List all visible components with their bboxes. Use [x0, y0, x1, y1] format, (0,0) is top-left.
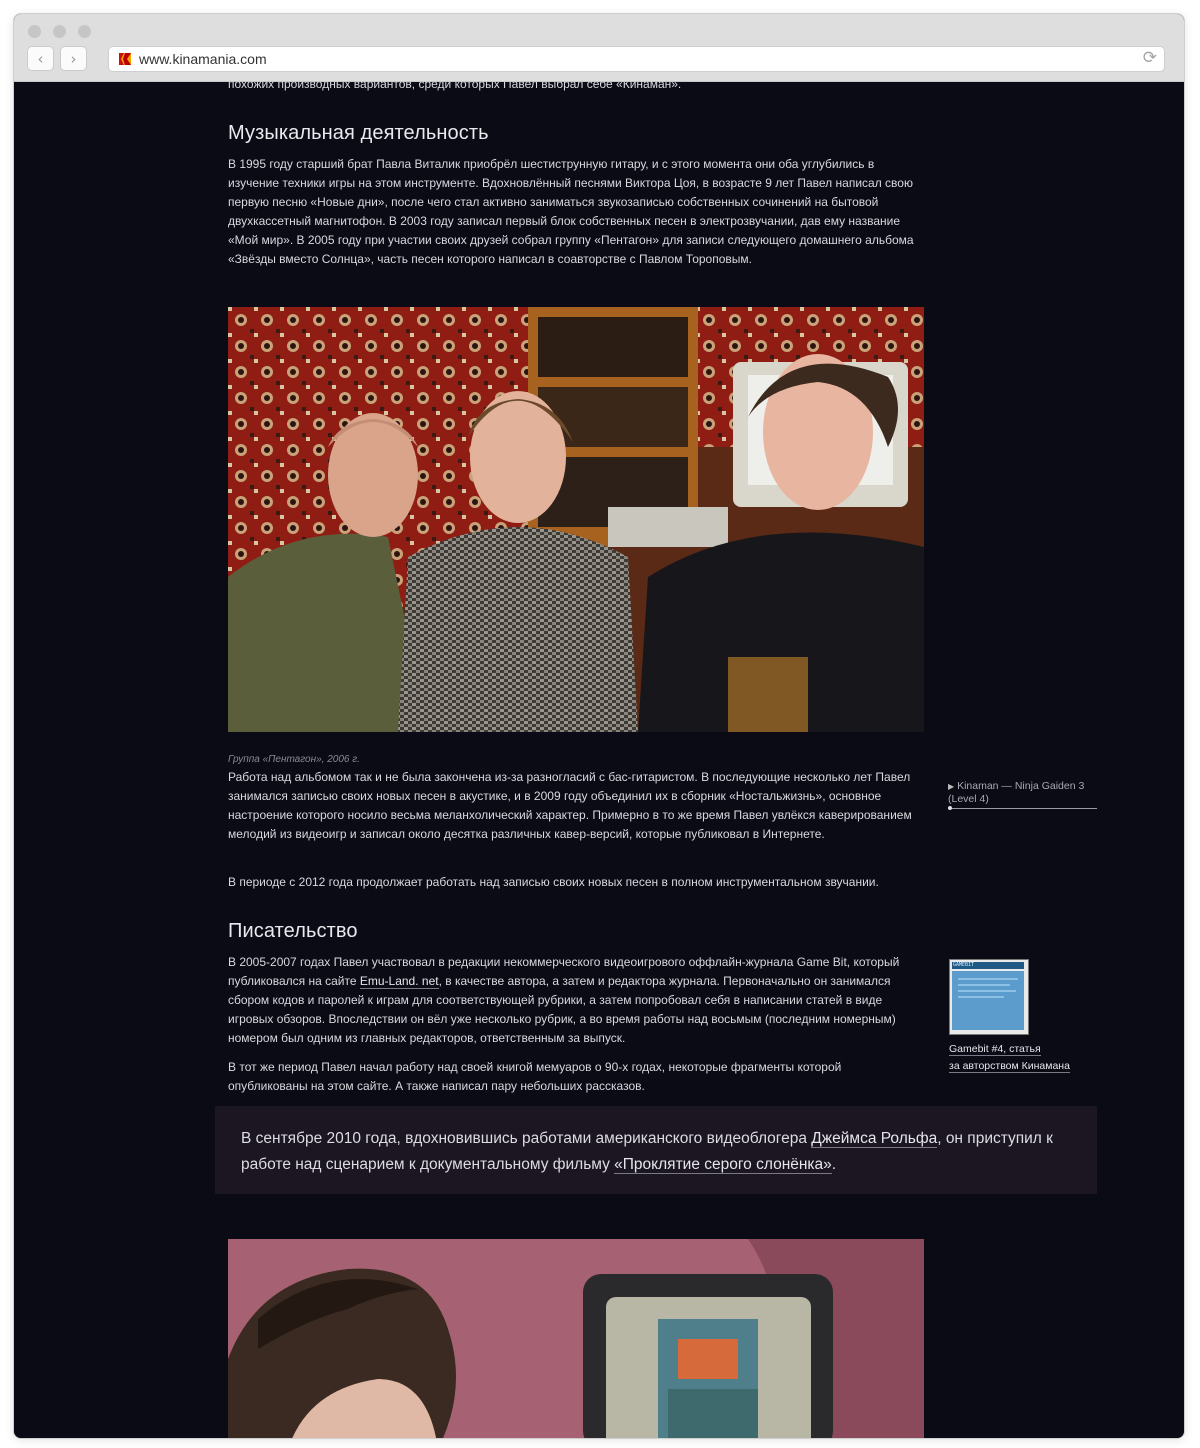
- music-paragraph: В 1995 году старший брат Павла Виталик п…: [228, 157, 914, 266]
- audio-progress-bar[interactable]: [948, 806, 1097, 810]
- highlight-quote-block: В сентябре 2010 года, вдохновившись рабо…: [215, 1106, 1097, 1194]
- emu-land-link[interactable]: Emu-Land. net: [359, 974, 439, 989]
- writing-section-heading: Писательство: [228, 920, 358, 942]
- writing-paragraph-2: В тот же период Павел начал работу над с…: [228, 1060, 842, 1093]
- address-bar[interactable]: www.kinamania.com ⟳: [108, 46, 1165, 72]
- photo-illustration: [228, 307, 924, 732]
- gamebit-caption-line2[interactable]: за авторством Кинамана: [949, 1060, 1070, 1073]
- play-icon[interactable]: ▶: [948, 782, 954, 791]
- back-button[interactable]: ‹: [27, 46, 54, 71]
- close-window-dot[interactable]: [28, 25, 41, 38]
- audio-track-title: Kinaman — Ninja Gaiden 3 (Level 4): [948, 780, 1085, 805]
- thumb-line: [958, 984, 1010, 986]
- writing-paragraph-1: В 2005-2007 годах Павел участвовал в ред…: [228, 953, 924, 1048]
- music-section-heading: Музыкальная деятельность: [228, 122, 489, 144]
- zoom-window-dot[interactable]: [78, 25, 91, 38]
- chevron-left-icon: ‹: [37, 50, 44, 68]
- url-text: www.kinamania.com: [139, 51, 267, 67]
- reload-icon[interactable]: ⟳: [1143, 48, 1157, 68]
- album-paragraph: Работа над альбомом так и не была законч…: [228, 770, 912, 841]
- photo-illustration: [228, 1239, 924, 1438]
- pentagon-group-photo[interactable]: [228, 307, 924, 732]
- quote-text-end: .: [831, 1156, 837, 1173]
- thumb-line: [958, 978, 1018, 980]
- browser-window: ‹ › www.kinamania.com ⟳ похожих производ…: [14, 14, 1184, 1438]
- gamebit-caption-line1[interactable]: Gamebit #4, статья: [949, 1043, 1041, 1056]
- gamebit-caption[interactable]: Gamebit #4, статья за авторством Кинаман…: [949, 1041, 1099, 1075]
- quote-text-before: В сентябре 2010 года, вдохновившись рабо…: [241, 1130, 812, 1147]
- browser-toolbar: ‹ › www.kinamania.com ⟳: [14, 14, 1184, 82]
- quote-text: В сентябре 2010 года, вдохновившись рабо…: [241, 1126, 1081, 1178]
- gamebit-thumbnail[interactable]: GAMEBIT: [949, 959, 1029, 1035]
- thumb-line: [958, 990, 1016, 992]
- james-rolfe-link[interactable]: Джеймса Рольфа: [811, 1130, 938, 1148]
- page-viewport: похожих производных вариантов, среди кот…: [14, 82, 1184, 1438]
- thumb-label: GAMEBIT: [953, 962, 975, 968]
- grey-elephant-film-link[interactable]: «Проклятие серого слонёнка»: [614, 1156, 832, 1174]
- previous-paragraph-fragment: похожих производных вариантов, среди кот…: [228, 82, 682, 91]
- audio-player[interactable]: ▶ Kinaman — Ninja Gaiden 3 (Level 4): [948, 780, 1098, 806]
- thumb-line: [958, 996, 1004, 998]
- tv-photo[interactable]: [228, 1239, 924, 1438]
- audio-progress-knob[interactable]: [948, 806, 952, 810]
- chevron-right-icon: ›: [70, 50, 77, 68]
- instrumental-paragraph: В периоде с 2012 года продолжает работат…: [228, 875, 879, 889]
- site-favicon-icon: [119, 53, 131, 65]
- forward-button[interactable]: ›: [60, 46, 87, 71]
- photo1-caption: Группа «Пентагон», 2006 г.: [228, 754, 360, 765]
- minimize-window-dot[interactable]: [53, 25, 66, 38]
